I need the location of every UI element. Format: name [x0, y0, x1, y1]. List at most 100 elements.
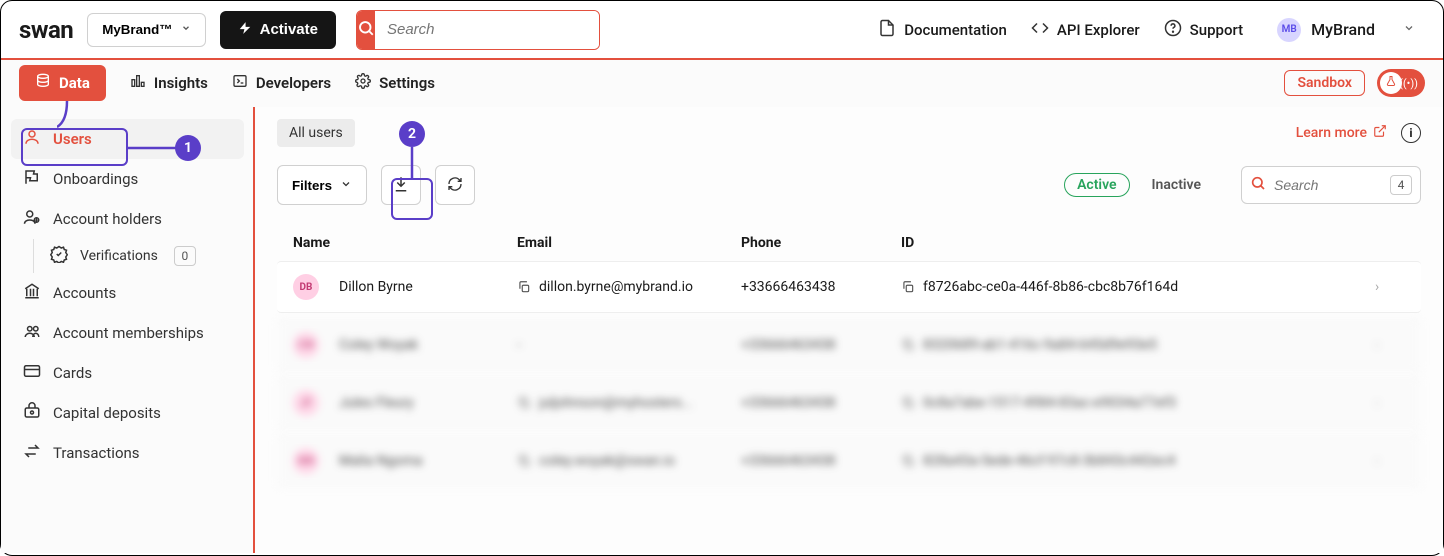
refresh-icon [447, 176, 463, 195]
tab-settings[interactable]: Settings [355, 73, 435, 93]
filters-button[interactable]: Filters [277, 165, 367, 205]
tab-data-label: Data [59, 74, 90, 92]
activate-button[interactable]: Activate [220, 11, 336, 49]
sidebar-item-accounts[interactable]: Accounts [11, 273, 244, 313]
table-header: Name Email Phone ID [277, 225, 1421, 261]
support-link[interactable]: Support [1164, 19, 1243, 41]
learn-more-label: Learn more [1296, 125, 1367, 141]
chevron-right-icon: › [1375, 453, 1405, 469]
account-holder-icon [23, 208, 41, 230]
table-search[interactable]: 4 [1241, 166, 1421, 204]
profile-name: MyBrand [1311, 20, 1375, 39]
sidebar-item-label: Cards [53, 364, 92, 382]
brand-selector[interactable]: MyBrand™ [87, 13, 205, 47]
tab-data[interactable]: Data [19, 65, 106, 101]
sidebar-item-cards[interactable]: Cards [11, 353, 244, 393]
cell-id: f8726abc-ce0a-446f-8b86-cbc8b76f164d [923, 279, 1178, 295]
result-count: 4 [1390, 175, 1412, 195]
refresh-button[interactable] [435, 165, 475, 205]
api-explorer-link[interactable]: API Explorer [1031, 19, 1140, 41]
all-users-chip[interactable]: All users [277, 119, 355, 147]
status-active[interactable]: Active [1064, 173, 1129, 197]
copy-icon[interactable] [901, 338, 915, 352]
chevron-down-icon [340, 178, 352, 193]
sidebar-item-verifications[interactable]: Verifications 0 [38, 239, 244, 273]
copy-icon[interactable] [901, 454, 915, 468]
sidebar-item-users[interactable]: Users [11, 119, 244, 159]
cell-phone: +33666463438 [741, 395, 836, 411]
table-row[interactable]: JFJules Fleury juljohnson@myhosters... +… [277, 377, 1421, 429]
sidebar-item-label: Account holders [53, 210, 162, 228]
sidebar-item-onboardings[interactable]: Onboardings [11, 159, 244, 199]
flag-icon [23, 168, 41, 190]
avatar: MB [1277, 18, 1301, 42]
sidebar-item-label: Users [53, 130, 92, 148]
search-icon [1250, 175, 1266, 195]
download-icon [392, 175, 410, 196]
help-icon [1164, 19, 1182, 41]
users-table: Name Email Phone ID DB Dillon Byrne [277, 225, 1421, 487]
cell-email: - [517, 337, 521, 353]
activate-label: Activate [260, 21, 318, 38]
sidebar-item-label: Account memberships [53, 324, 204, 342]
copy-icon[interactable] [517, 454, 531, 468]
copy-icon[interactable] [901, 396, 915, 410]
copy-icon[interactable] [517, 396, 531, 410]
chevron-right-icon: › [1375, 395, 1405, 411]
document-icon [878, 19, 896, 41]
column-email: Email [517, 235, 741, 251]
user-icon [23, 128, 41, 150]
chart-icon [130, 73, 146, 93]
cell-name: Jules Fleury [339, 395, 414, 411]
global-search-input[interactable] [375, 11, 600, 49]
learn-more-link[interactable]: Learn more [1296, 124, 1387, 142]
cell-phone: +33666463438 [741, 453, 836, 469]
download-button[interactable] [381, 165, 421, 205]
sidebar-item-memberships[interactable]: Account memberships [11, 313, 244, 353]
transfer-icon [23, 442, 41, 464]
support-label: Support [1190, 21, 1243, 39]
documentation-link[interactable]: Documentation [878, 19, 1007, 41]
tab-developers[interactable]: Developers [232, 73, 331, 93]
sidebar-item-account-holders[interactable]: Account holders [11, 199, 244, 239]
sandbox-badge: Sandbox [1284, 70, 1365, 96]
tab-insights-label: Insights [154, 74, 208, 92]
status-inactive[interactable]: Inactive [1140, 174, 1213, 196]
table-row[interactable]: DB Dillon Byrne dillon.byrne@mybrand.io … [277, 261, 1421, 313]
deposit-icon [23, 402, 41, 424]
sidebar-item-transactions[interactable]: Transactions [11, 433, 244, 473]
column-phone: Phone [741, 235, 901, 251]
info-icon[interactable]: i [1401, 123, 1421, 143]
cell-phone: +33666463438 [741, 279, 836, 295]
column-name: Name [293, 235, 517, 251]
global-search-button[interactable] [357, 11, 375, 49]
lightning-icon [238, 21, 252, 39]
sidebar-item-capital-deposits[interactable]: Capital deposits [11, 393, 244, 433]
table-row[interactable]: CWColey Woyak - +33666463438 8320689-ab1… [277, 319, 1421, 371]
data-icon [35, 73, 51, 93]
tab-insights[interactable]: Insights [130, 73, 208, 93]
sidebar-item-label: Verifications [80, 248, 158, 264]
avatar: MN [293, 448, 319, 474]
sidebar-item-label: Accounts [53, 284, 116, 302]
chevron-down-icon [1403, 22, 1415, 37]
cell-phone: +33666463438 [741, 337, 836, 353]
cell-id: 828a43a-5ede-46cf-97c8-3b843c442ec4 [923, 453, 1175, 469]
avatar: CW [293, 332, 319, 358]
environment-toggle[interactable]: ((•)) [1377, 69, 1425, 97]
cell-id: 0c8a7abe-1517-4984-83ac-e9034a77ef3 [923, 395, 1176, 411]
broadcast-icon: ((•)) [1399, 77, 1418, 90]
avatar: JF [293, 390, 319, 416]
chevron-right-icon: › [1375, 279, 1405, 295]
table-row[interactable]: MNMalia Ngoma coley.woyak@swan.io +33666… [277, 435, 1421, 487]
verification-count: 0 [174, 246, 196, 266]
gear-icon [355, 73, 371, 93]
copy-icon[interactable] [517, 280, 531, 294]
api-explorer-label: API Explorer [1057, 21, 1140, 39]
cell-name: Malia Ngoma [339, 453, 422, 469]
table-search-input[interactable] [1274, 177, 1366, 193]
copy-icon[interactable] [901, 280, 915, 294]
profile-menu[interactable]: MB MyBrand [1267, 14, 1425, 46]
verification-icon [50, 245, 68, 267]
column-id: ID [901, 235, 1375, 251]
